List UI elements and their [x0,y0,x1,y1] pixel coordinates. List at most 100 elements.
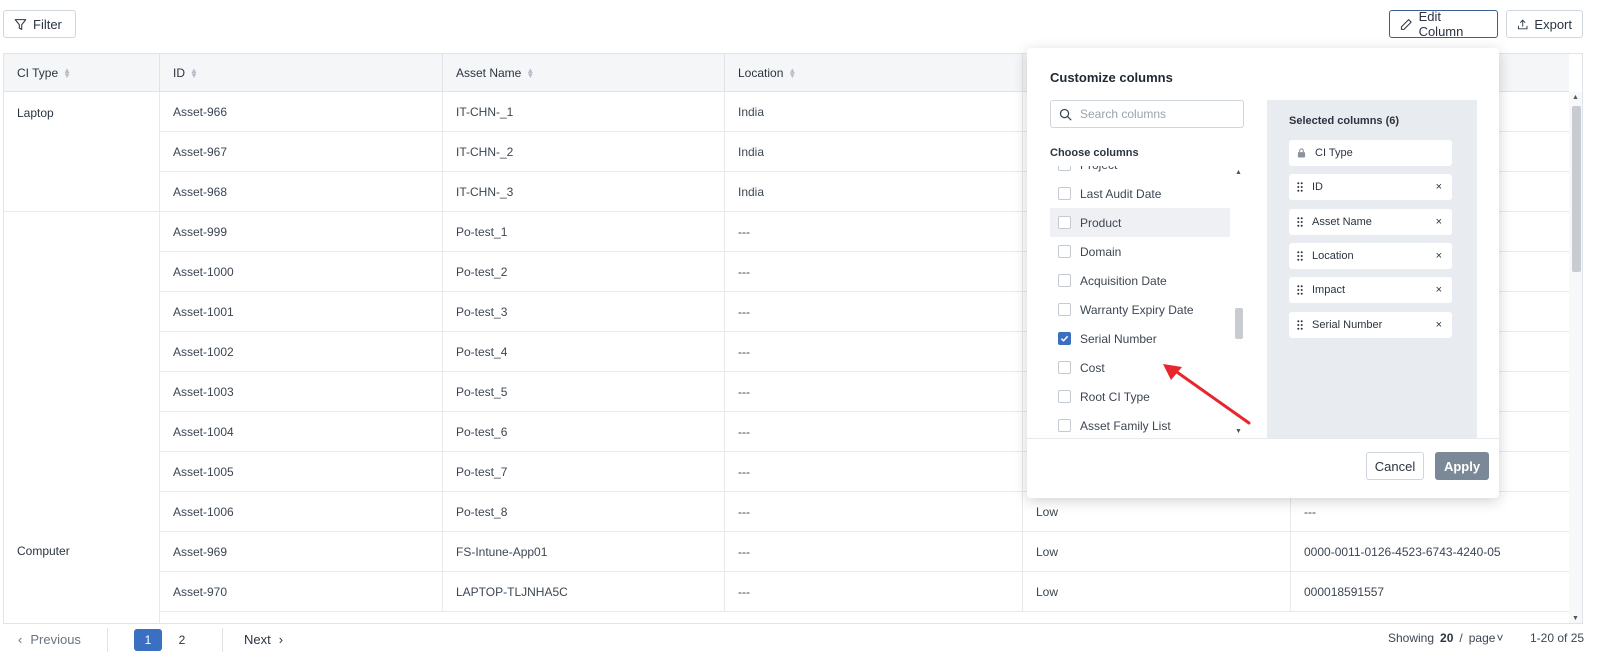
column-option[interactable]: Product [1050,208,1230,237]
selected-column-chip[interactable]: Impact × [1289,277,1452,304]
selected-column-label: ID [1312,181,1323,194]
selected-columns-title: Selected columns (6) [1289,115,1400,127]
column-option-label: Domain [1080,244,1122,259]
filter-icon [14,18,27,30]
column-option[interactable]: Serial Number [1050,324,1230,353]
scroll-up-icon[interactable]: ▲ [1235,169,1242,176]
column-option[interactable]: Domain [1050,237,1230,266]
annotation-arrow [1163,364,1251,425]
location-cell: --- [725,332,1023,372]
asset-id-cell: Asset-1006 [160,492,443,532]
asset-id-cell: Asset-968 [160,172,443,212]
location-cell: --- [725,212,1023,252]
column-option[interactable]: Project [1050,166,1230,179]
table-row[interactable]: Asset-970 LAPTOP-TLJNHA5C --- Low 0000185915… [4,572,1569,612]
selected-column-chip[interactable]: Asset Name × [1289,208,1452,235]
checkbox-checked[interactable] [1058,332,1071,345]
asset-name-cell: Po-test_4 [443,332,725,372]
asset-name-cell: LAPTOP-TLJNHA5C [443,572,725,612]
remove-column-icon[interactable]: × [1436,181,1442,193]
sort-icon: ▲ ▼ [526,66,535,80]
search-columns-field[interactable] [1050,100,1244,128]
remove-column-icon[interactable]: × [1436,284,1442,296]
page-size-selector[interactable]: Showing 20 / page ˅ [1388,631,1503,645]
checkbox[interactable] [1058,187,1071,200]
drag-handle-icon[interactable] [1297,285,1303,295]
column-option-label: Warranty Expiry Date [1080,302,1194,317]
asset-id-cell: Asset-1001 [160,292,443,332]
sort-icon: ▲ ▼ [190,66,198,80]
scroll-up-icon[interactable]: ▲ [1572,94,1579,101]
asset-name-cell: IT-CHN-_1 [443,92,725,132]
table-scrollbar-thumb[interactable] [1572,106,1581,272]
selected-column-label: Impact [1312,284,1346,297]
cancel-button[interactable]: Cancel [1366,452,1424,480]
next-page-button[interactable]: Next › [244,626,283,652]
asset-name-cell: IT-CHN-_2 [443,132,725,172]
column-header-id[interactable]: ID ▲ ▼ [160,54,443,92]
column-option-label: Root CI Type [1080,389,1150,404]
options-scrollbar-thumb[interactable] [1235,308,1243,339]
checkbox[interactable] [1058,166,1071,171]
checkbox[interactable] [1058,216,1071,229]
page-2-button[interactable]: 2 [172,629,192,651]
asset-id-cell: Asset-966 [160,92,443,132]
checkbox[interactable] [1058,419,1071,432]
chevron-left-icon: ‹ [18,631,23,647]
remove-column-icon[interactable]: × [1436,319,1442,331]
asset-id-cell: Asset-967 [160,132,443,172]
edit-column-button[interactable]: Edit Column [1389,9,1498,39]
pager-divider [222,628,223,652]
checkbox[interactable] [1058,361,1071,374]
drag-handle-icon[interactable] [1297,182,1303,192]
asset-name-cell: Po-test_6 [443,412,725,452]
table-row[interactable]: Asset-1006 Po-test_8 --- Low --- [4,492,1569,532]
pager-divider [107,628,108,652]
selected-column-chip[interactable]: ID × [1289,174,1452,201]
search-columns-input[interactable] [1080,107,1230,121]
previous-page-button[interactable]: ‹ Previous [18,626,81,652]
checkmark-icon [1060,335,1069,342]
page-1-button[interactable]: 1 [134,629,162,651]
column-option[interactable]: Last Audit Date [1050,179,1230,208]
remove-column-icon[interactable]: × [1436,216,1442,228]
impact-cell: Low [1023,572,1291,612]
selected-column-chip[interactable]: Serial Number × [1289,311,1452,338]
filter-button[interactable]: Filter [3,10,76,38]
asset-id-cell: Asset-1003 [160,372,443,412]
asset-name-cell: Po-test_3 [443,292,725,332]
selected-column-chip[interactable]: Location × [1289,242,1452,269]
asset-name-cell: Po-test_1 [443,212,725,252]
table-scrollbar[interactable]: ▲ ▼ [1569,92,1582,623]
checkbox[interactable] [1058,303,1071,316]
sort-icon: ▲ ▼ [63,66,72,80]
table-row[interactable]: Asset-969 FS-Intune-App01 --- Low 0000-0011-… [4,532,1569,572]
export-label: Export [1534,16,1572,32]
asset-id-cell: Asset-1004 [160,412,443,452]
scroll-down-icon[interactable]: ▼ [1572,615,1579,622]
location-cell: --- [725,532,1023,572]
checkbox[interactable] [1058,245,1071,258]
pencil-icon [1400,18,1412,30]
drag-handle-icon[interactable] [1297,251,1303,261]
column-option-label: Acquisition Date [1080,273,1167,288]
drag-handle-icon[interactable] [1297,216,1303,227]
drag-handle-icon[interactable] [1297,319,1303,330]
group-cell-computer: Computer [4,212,160,623]
checkbox[interactable] [1058,274,1071,287]
column-header-asset-name[interactable]: Asset Name ▲ ▼ [443,54,725,92]
column-option-label: Project [1080,166,1117,172]
column-header-ci-type[interactable]: CI Type ▲ ▼ [4,54,160,92]
location-cell: --- [725,572,1023,612]
column-option[interactable]: Warranty Expiry Date [1050,295,1230,324]
sort-icon: ▲ ▼ [788,66,797,80]
remove-column-icon[interactable]: × [1436,250,1442,262]
scroll-down-icon[interactable]: ▼ [1235,428,1242,435]
asset-id-cell: Asset-1000 [160,252,443,292]
column-option[interactable]: Acquisition Date [1050,266,1230,295]
checkbox[interactable] [1058,390,1071,403]
apply-button[interactable]: Apply [1435,452,1489,480]
dialog-title: Customize columns [1050,70,1173,85]
export-button[interactable]: Export [1506,10,1583,38]
column-header-location[interactable]: Location ▲ ▼ [725,54,1023,92]
